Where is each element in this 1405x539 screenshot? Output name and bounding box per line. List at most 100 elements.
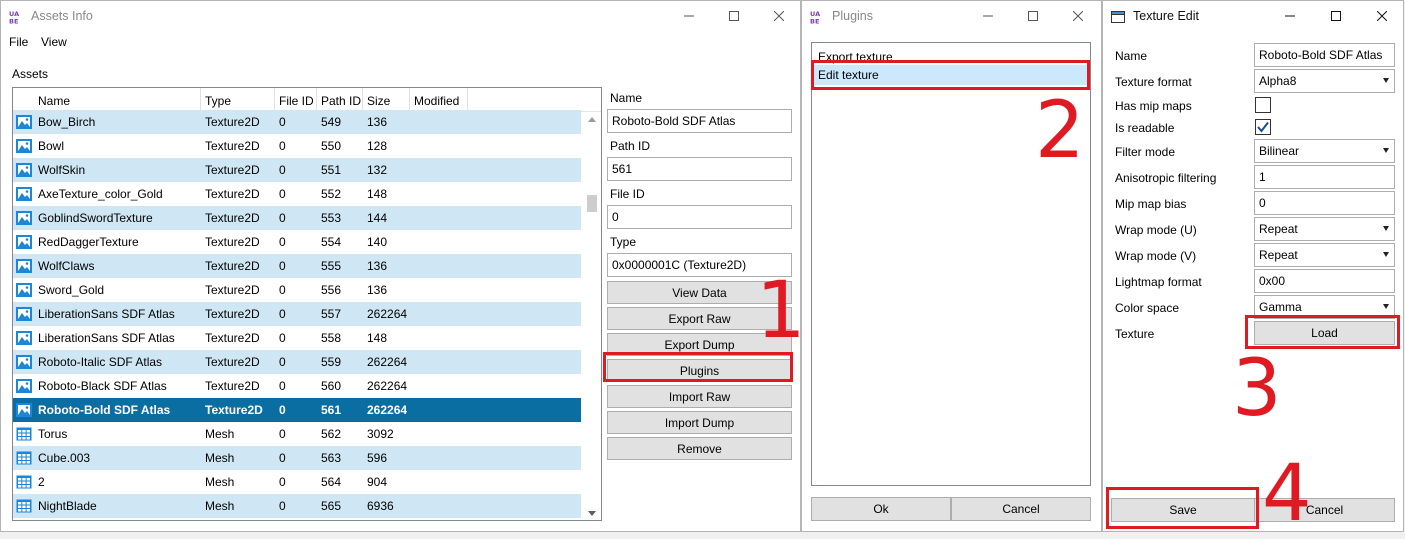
step-number-2: 2 bbox=[1035, 86, 1085, 176]
col-header-file-id[interactable]: File ID bbox=[275, 88, 317, 112]
image-icon bbox=[16, 211, 32, 225]
maximize-button[interactable] bbox=[1313, 1, 1359, 31]
tex-mipbias-label: Mip map bias bbox=[1115, 197, 1187, 211]
texture-edit-window-title: Texture Edit bbox=[1133, 9, 1200, 23]
table-row[interactable]: NightBlade Mesh 0 565 6936 bbox=[13, 494, 581, 518]
tex-filter-select[interactable]: Bilinear bbox=[1254, 139, 1395, 163]
col-header-size[interactable]: Size bbox=[363, 88, 410, 112]
table-row[interactable]: Roboto-Bold SDF Atlas Texture2D 0 561 262264 bbox=[13, 398, 581, 422]
tex-wrapv-label: Wrap mode (V) bbox=[1115, 249, 1197, 263]
cell-path-id: 550 bbox=[321, 139, 342, 153]
assets-title-bar[interactable]: UA BE Assets Info bbox=[1, 1, 800, 31]
plugins-cancel-button[interactable]: Cancel bbox=[951, 497, 1091, 521]
scroll-down-arrow[interactable] bbox=[583, 506, 601, 520]
cell-file-id: 0 bbox=[279, 163, 286, 177]
cell-name: AxeTexture_color_Gold bbox=[38, 187, 163, 201]
cell-file-id: 0 bbox=[279, 307, 286, 321]
table-row[interactable]: WolfSkin Texture2D 0 551 132 bbox=[13, 158, 581, 182]
cell-path-id: 563 bbox=[321, 451, 342, 465]
maximize-button[interactable] bbox=[711, 1, 757, 31]
table-row[interactable]: Bow_Birch Texture2D 0 549 136 bbox=[13, 110, 581, 134]
assets-list[interactable]: Name Type File ID Path ID Size Modified … bbox=[12, 87, 602, 521]
table-row[interactable]: Cube.003 Mesh 0 563 596 bbox=[13, 446, 581, 470]
step-number-3: 3 bbox=[1232, 344, 1282, 434]
plugins-ok-button[interactable]: Ok bbox=[811, 497, 951, 521]
cell-file-id: 0 bbox=[279, 403, 286, 417]
maximize-button[interactable] bbox=[1010, 1, 1056, 31]
tex-texture-label: Texture bbox=[1115, 327, 1155, 341]
table-row[interactable]: AxeTexture_color_Gold Texture2D 0 552 148 bbox=[13, 182, 581, 206]
cell-type: Texture2D bbox=[205, 259, 260, 273]
col-header-modified[interactable]: Modified bbox=[410, 88, 468, 112]
table-row[interactable]: GoblindSwordTexture Texture2D 0 553 144 bbox=[13, 206, 581, 230]
cell-size: 136 bbox=[367, 283, 388, 297]
close-button[interactable] bbox=[1055, 1, 1101, 31]
tex-readable-checkbox[interactable] bbox=[1255, 119, 1271, 135]
minimize-button[interactable] bbox=[965, 1, 1011, 31]
texture-edit-title-bar[interactable]: Texture Edit bbox=[1103, 1, 1403, 31]
close-button[interactable] bbox=[756, 1, 800, 31]
tex-filter-label: Filter mode bbox=[1115, 145, 1176, 159]
vertical-scrollbar[interactable] bbox=[583, 112, 601, 520]
cell-size: 904 bbox=[367, 475, 388, 489]
cell-path-id: 559 bbox=[321, 355, 342, 369]
plugins-title-bar[interactable]: UA BE Plugins bbox=[802, 1, 1101, 31]
cell-type: Mesh bbox=[205, 475, 235, 489]
cell-size: 140 bbox=[367, 235, 388, 249]
scroll-up-arrow[interactable] bbox=[583, 112, 601, 126]
detail-type-label: Type bbox=[610, 235, 637, 249]
table-row[interactable]: Sword_Gold Texture2D 0 556 136 bbox=[13, 278, 581, 302]
table-row[interactable]: LiberationSans SDF Atlas Texture2D 0 558 148 bbox=[13, 326, 581, 350]
tex-wrapv-select[interactable]: Repeat bbox=[1254, 243, 1395, 267]
cell-file-id: 0 bbox=[279, 283, 286, 297]
image-icon bbox=[16, 235, 32, 249]
menu-file[interactable]: File bbox=[9, 35, 28, 49]
remove-button[interactable]: Remove bbox=[607, 437, 792, 460]
close-button[interactable] bbox=[1359, 1, 1403, 31]
table-row[interactable]: Torus Mesh 0 562 3092 bbox=[13, 422, 581, 446]
step-number-4: 4 bbox=[1262, 449, 1312, 539]
detail-name-field[interactable]: Roboto-Bold SDF Atlas bbox=[607, 109, 792, 133]
detail-path-id-field[interactable]: 561 bbox=[607, 157, 792, 181]
table-row[interactable]: Roboto-Italic SDF Atlas Texture2D 0 559 2622… bbox=[13, 350, 581, 374]
minimize-button[interactable] bbox=[1267, 1, 1313, 31]
table-row[interactable]: LiberationSans SDF Atlas Texture2D 0 557 262… bbox=[13, 302, 581, 326]
tex-wrapu-select[interactable]: Repeat bbox=[1254, 217, 1395, 241]
tex-name-field[interactable]: Roboto-Bold SDF Atlas bbox=[1254, 43, 1395, 67]
scroll-down-icon bbox=[588, 510, 596, 516]
import-dump-button[interactable]: Import Dump bbox=[607, 411, 792, 434]
table-row[interactable]: WolfClaws Texture2D 0 555 136 bbox=[13, 254, 581, 278]
col-header-name[interactable]: Name bbox=[13, 88, 201, 112]
table-row[interactable]: Roboto-Black SDF Atlas Texture2D 0 560 26226… bbox=[13, 374, 581, 398]
menu-view[interactable]: View bbox=[41, 35, 67, 49]
table-row[interactable]: Bowl Texture2D 0 550 128 bbox=[13, 134, 581, 158]
tex-mipbias-field[interactable]: 0 bbox=[1254, 191, 1395, 215]
image-icon bbox=[16, 307, 32, 321]
tex-lightmap-label: Lightmap format bbox=[1115, 275, 1202, 289]
cell-name: Roboto-Bold SDF Atlas bbox=[38, 403, 171, 417]
cell-file-id: 0 bbox=[279, 427, 286, 441]
col-header-type[interactable]: Type bbox=[201, 88, 275, 112]
detail-file-id-field[interactable]: 0 bbox=[607, 205, 792, 229]
tex-mip-checkbox[interactable] bbox=[1255, 97, 1271, 113]
cell-type: Texture2D bbox=[205, 187, 260, 201]
cell-size: 144 bbox=[367, 211, 388, 225]
table-row[interactable]: RedDaggerTexture Texture2D 0 554 140 bbox=[13, 230, 581, 254]
tex-lightmap-field[interactable]: 0x00 bbox=[1254, 269, 1395, 293]
assets-label: Assets bbox=[12, 67, 49, 81]
tex-format-select[interactable]: Alpha8 bbox=[1254, 69, 1395, 93]
minimize-icon bbox=[684, 15, 694, 17]
minimize-button[interactable] bbox=[666, 1, 712, 31]
col-header-path-id[interactable]: Path ID bbox=[317, 88, 363, 112]
tex-aniso-field[interactable]: 1 bbox=[1254, 165, 1395, 189]
menu-bar: File View bbox=[1, 33, 201, 53]
svg-text:BE: BE bbox=[9, 18, 18, 25]
import-raw-button[interactable]: Import Raw bbox=[607, 385, 792, 408]
cell-size: 596 bbox=[367, 451, 388, 465]
table-row[interactable]: 2 Mesh 0 564 904 bbox=[13, 470, 581, 494]
mesh-grid-icon bbox=[16, 475, 32, 489]
scroll-thumb[interactable] bbox=[587, 195, 597, 212]
cell-size: 6936 bbox=[367, 499, 394, 513]
cell-file-id: 0 bbox=[279, 139, 286, 153]
assets-info-window: UA BE Assets Info File View Assets Name … bbox=[0, 0, 801, 532]
